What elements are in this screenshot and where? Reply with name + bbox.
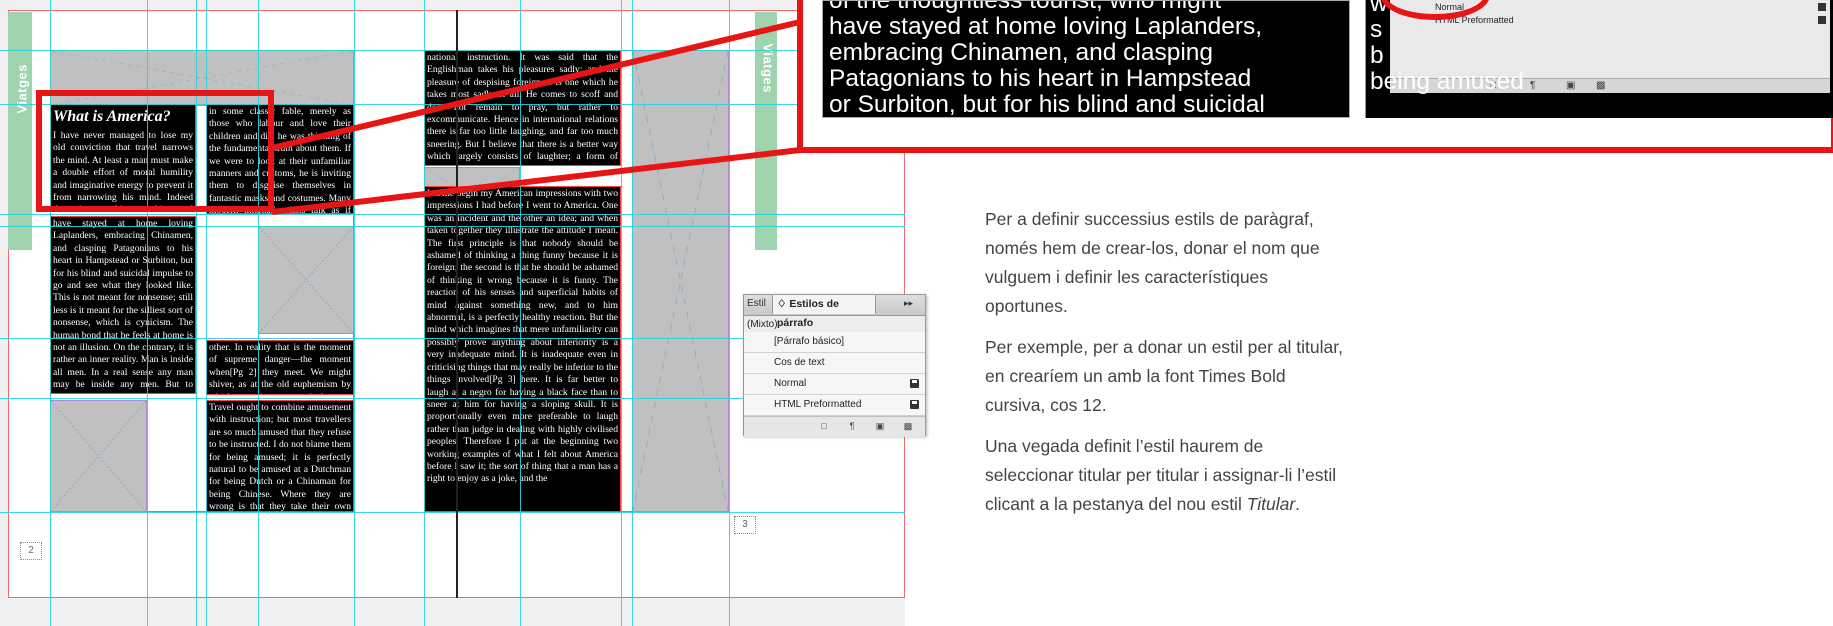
style-label: HTML Preformatted (774, 399, 862, 410)
new-style-icon[interactable]: ▣ (874, 421, 886, 431)
panel-mixed-label: (Mixto) (747, 319, 778, 330)
new-style-icon: ▣ (1566, 80, 1576, 91)
style-row-basic[interactable]: [Párrafo básico] (744, 332, 925, 353)
zoom-line: have stayed at home loving Laplanders, (829, 13, 1263, 40)
zoom-line: or Surbiton, but for his blind and suici… (829, 91, 1265, 118)
style-row-html-preformatted[interactable]: HTML Preformatted (744, 395, 925, 416)
style-label: [Párrafo básico] (774, 336, 845, 347)
zoom-line: Patagonians to his heart in Hampstead (829, 65, 1252, 92)
style-row-cos-de-text[interactable]: Cos de text (744, 353, 925, 374)
zoom-panel-row-normal: Normal (1435, 2, 1465, 12)
style-label: Cos de text (774, 357, 825, 368)
disk-icon (1818, 3, 1826, 11)
imported-style-icon (910, 400, 919, 409)
style-name-emphasis: Titular (1246, 494, 1296, 514)
disk-icon (1818, 16, 1826, 24)
zoom-letter: s (1370, 16, 1383, 43)
paragraph: Per exemple, per a donar un estil per al… (985, 337, 1343, 415)
panel-menu-button[interactable]: ▸▸ (904, 298, 913, 309)
style-row-normal[interactable]: Normal (744, 374, 925, 395)
zoom-caption: being amused (1370, 68, 1524, 95)
delete-style-icon: ▩ (1596, 80, 1606, 91)
paragraph-style-list: [Párrafo básico] Cos de text Normal HTML… (744, 332, 925, 416)
zoom-line: embracing Chinamen, and clasping (829, 39, 1214, 66)
instruction-text: Per a definir successius estils de paràg… (985, 205, 1345, 531)
zoom-panel-row-html: HTML Preformatted (1435, 15, 1514, 25)
panel-bottom-toolbar: □ ¶ ▣ ▩ (744, 416, 925, 437)
clear-overrides-icon[interactable]: ¶ (846, 421, 858, 431)
clear-overrides-icon: ¶ (1530, 80, 1536, 91)
paragraph: Una vegada definit l’estil haurem de sel… (985, 432, 1345, 519)
zoom-text-magnified: of the thoughtless tourist, who might ha… (822, 0, 1350, 118)
style-label: Normal (774, 378, 807, 389)
new-group-icon[interactable]: □ (818, 421, 830, 431)
zoom-line: of the thoughtless tourist, who might (829, 0, 1222, 14)
paragraph-end: . (1295, 494, 1301, 514)
panel-tab-bar: Estil ♢ Estilos de párrafo ▸▸ (744, 295, 925, 329)
panel-tab-inactive[interactable]: Estil (747, 298, 766, 309)
zoom-letter: b (1370, 42, 1384, 69)
imported-style-icon (910, 379, 919, 388)
paragraph-styles-panel[interactable]: Estil ♢ Estilos de párrafo ▸▸ (Mixto) [P… (743, 294, 926, 437)
delete-style-icon[interactable]: ▩ (902, 421, 914, 431)
panel-tab-paragraph-styles[interactable]: ♢ Estilos de párrafo (772, 295, 876, 329)
paragraph: Per a definir successius estils de paràg… (985, 209, 1320, 316)
